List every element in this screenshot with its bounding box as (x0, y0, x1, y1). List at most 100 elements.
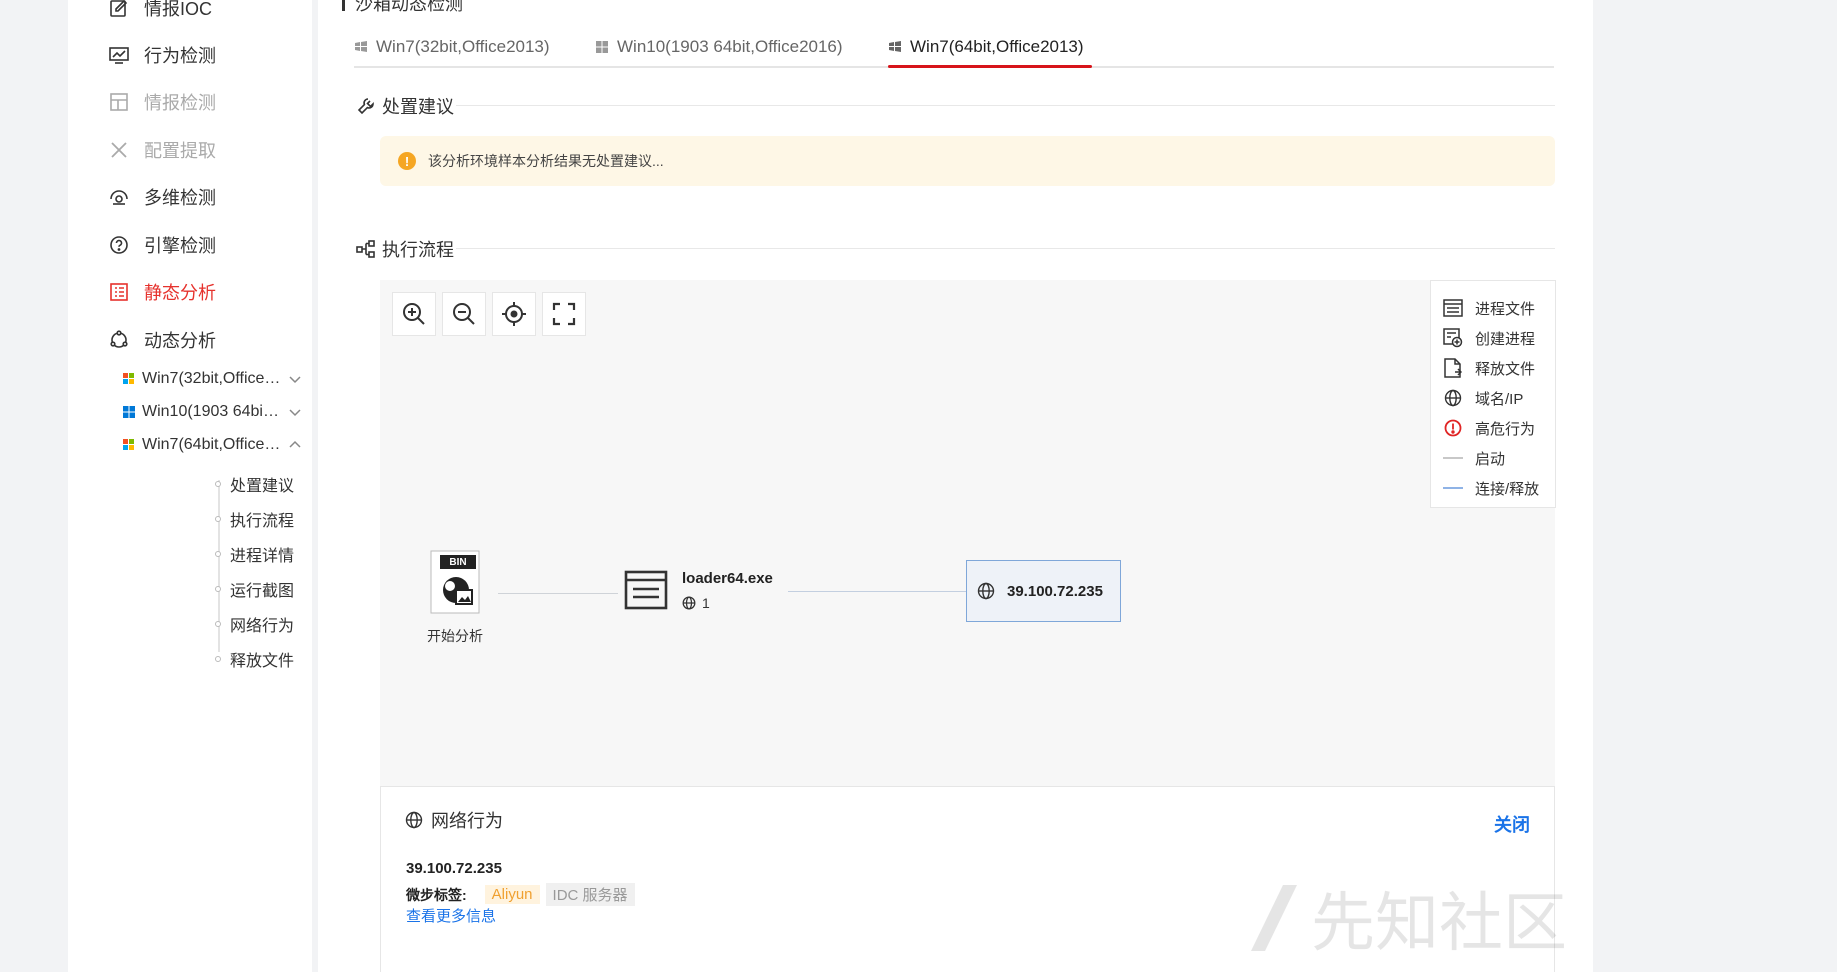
section-sandbox: 沙箱动态检测 (342, 0, 463, 16)
sidebar-item-engine-detect[interactable]: 引擎检测 (108, 230, 216, 260)
legend-domain-ip: 域名/IP (1443, 383, 1555, 413)
sidebar-item-intel-detect[interactable]: 情报检测 (108, 87, 216, 117)
question-circle-icon (108, 234, 130, 256)
bin-badge: BIN (449, 557, 467, 568)
blue-line-icon (1443, 478, 1463, 498)
sub-item-released-files[interactable]: 释放文件 (215, 647, 294, 671)
fullscreen-icon (552, 302, 576, 326)
start-node[interactable]: BIN (430, 550, 482, 614)
sub-item-flow[interactable]: 执行流程 (215, 507, 294, 531)
monitor-chart-icon (108, 44, 130, 66)
sidebar-item-label: 配置提取 (144, 141, 216, 161)
radar-icon (108, 186, 130, 208)
sub-item-process-detail[interactable]: 进程详情 (215, 542, 294, 566)
globe-icon (405, 811, 423, 829)
tag-row: 微步标签: Aliyun IDC 服务器 (406, 883, 641, 906)
warning-icon: ! (398, 152, 416, 170)
start-node-label: 开始分析 (427, 628, 483, 644)
windows7-icon (123, 439, 134, 450)
legend-create-process: 创建进程 (1443, 323, 1555, 353)
globe-icon (1443, 388, 1463, 408)
tab-win7-32[interactable]: Win7(32bit,Office2013) (354, 32, 550, 62)
process-file-icon (1443, 298, 1463, 318)
sidebar-item-label: 多维检测 (144, 188, 216, 208)
zoom-out-icon (453, 303, 475, 325)
sidebar-item-label: 情报检测 (144, 93, 216, 113)
tab-win7-64[interactable]: Win7(64bit,Office2013) (888, 32, 1084, 62)
sidebar-item-label: 行为检测 (144, 46, 216, 66)
legend-high-risk: 高危行为 (1443, 413, 1555, 443)
sub-item-advice[interactable]: 处置建议 (215, 472, 294, 496)
zoom-out-button[interactable] (442, 292, 486, 336)
edit-doc-icon (108, 0, 130, 19)
fullscreen-button[interactable] (542, 292, 586, 336)
process-name: loader64.exe (682, 570, 773, 587)
divider (456, 248, 1555, 249)
windows7-icon (123, 373, 134, 384)
graph-toolbar (392, 292, 586, 336)
process-net-count: 1 (682, 595, 710, 611)
globe-icon (977, 582, 995, 600)
sidebar-item-label: 引擎检测 (144, 236, 216, 256)
cycle-icon (108, 329, 130, 351)
process-file-icon (624, 570, 668, 610)
zoom-in-icon (403, 303, 425, 325)
main-content: 沙箱动态检测 Win7(32bit,Office2013) Win10(1903… (318, 0, 1593, 972)
sidebar-item-label: 情报IOC (144, 0, 213, 19)
watermark: 先知社区 (1243, 872, 1567, 964)
more-info-link[interactable]: 查看更多信息 (406, 905, 496, 926)
network-ip: 39.100.72.235 (406, 860, 502, 877)
active-tab-indicator (888, 65, 1092, 68)
list-doc-icon (108, 281, 130, 303)
ip-node[interactable]: 39.100.72.235 (966, 560, 1121, 622)
sidebar-item-behavior-detect[interactable]: 行为检测 (108, 40, 216, 70)
env-item-win10[interactable]: Win10(1903 64bit,Office2016) (122, 399, 302, 425)
section-flow: 执行流程 (356, 236, 454, 262)
wrench-icon (356, 96, 376, 116)
process-node[interactable] (624, 570, 668, 610)
tools-icon (108, 139, 130, 161)
divider (456, 105, 1555, 106)
watermark-logo (1251, 885, 1297, 951)
sidebar-item-multi-detect[interactable]: 多维检测 (108, 182, 216, 212)
env-item-win7-32[interactable]: Win7(32bit,Office2013) (122, 366, 302, 392)
section-title: 沙箱动态检测 (355, 0, 463, 14)
sidebar-item-intel-ioc[interactable]: 情报IOC (108, 0, 212, 23)
release-file-icon (1443, 358, 1463, 378)
close-button[interactable]: 关闭 (1494, 811, 1530, 837)
legend-start: 启动 (1443, 443, 1555, 473)
sidebar-item-static-analysis[interactable]: 静态分析 (108, 277, 216, 307)
crosshair-icon (502, 302, 526, 326)
globe-icon (682, 596, 696, 610)
alert-circle-icon (1443, 418, 1463, 438)
section-title: 执行流程 (382, 240, 454, 260)
flow-tree-icon (356, 239, 376, 259)
windows7-icon (355, 41, 367, 52)
center-button[interactable] (492, 292, 536, 336)
sidebar-item-label: 静态分析 (144, 283, 216, 303)
tag-label: 微步标签: (406, 886, 467, 903)
advice-alert: ! 该分析环境样本分析结果无处置建议... (380, 136, 1555, 186)
edge-start-to-process (498, 593, 618, 594)
tag-idc: IDC 服务器 (545, 883, 635, 906)
zoom-in-button[interactable] (392, 292, 436, 336)
legend-process-file: 进程文件 (1443, 293, 1555, 323)
chevron-down-icon (289, 409, 301, 417)
env-item-win7-64[interactable]: Win7(64bit,Office2013) (122, 432, 302, 458)
legend-release-file: 释放文件 (1443, 353, 1555, 383)
sub-item-screenshot[interactable]: 运行截图 (215, 577, 294, 601)
sidebar-item-config-extract[interactable]: 配置提取 (108, 135, 216, 165)
sub-nav-tree: 处置建议 执行流程 进程详情 运行截图 网络行为 释放文件 (150, 472, 300, 671)
sub-item-network[interactable]: 网络行为 (215, 612, 294, 636)
panel-title: 网络行为 (405, 807, 503, 833)
chevron-up-icon (289, 440, 301, 448)
env-tabs: Win7(32bit,Office2013) Win10(1903 64bit,… (354, 28, 1554, 68)
graph-legend: 进程文件 创建进程 释放文件 域名/IP 高危行为 启动 连接/释放 (1430, 280, 1556, 508)
tab-win10[interactable]: Win10(1903 64bit,Office2016) (595, 32, 843, 62)
layout-grid-icon (108, 91, 130, 113)
windows7-icon (889, 41, 901, 52)
sidebar-item-dynamic-analysis[interactable]: 动态分析 (108, 325, 216, 355)
windows10-icon (123, 406, 135, 418)
alert-text: 该分析环境样本分析结果无处置建议... (428, 153, 664, 169)
tag-aliyun: Aliyun (484, 885, 540, 904)
